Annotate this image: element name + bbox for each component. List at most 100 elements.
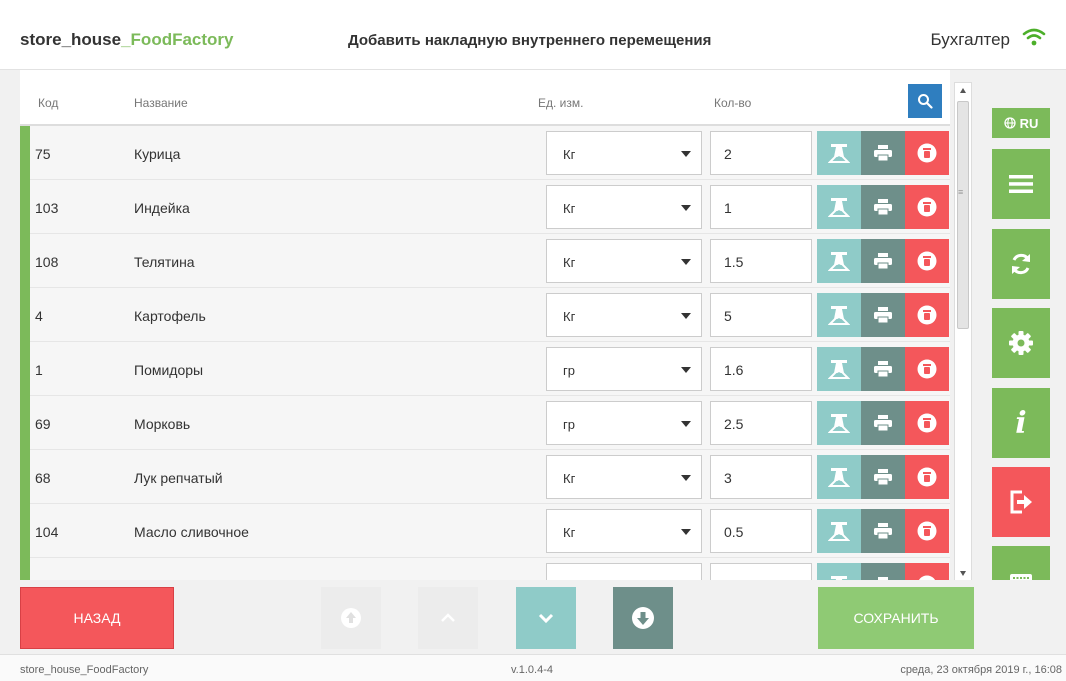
items-table: Код Название Ед. изм. Кол-во 75 Курица Кг 2…: [20, 70, 950, 580]
search-button[interactable]: [908, 84, 942, 118]
unit-select[interactable]: Кг: [546, 239, 702, 283]
weigh-button[interactable]: [817, 509, 861, 553]
scroll-down-arrow[interactable]: [960, 571, 966, 576]
weigh-button[interactable]: [817, 563, 861, 580]
weigh-button[interactable]: [817, 185, 861, 229]
scroll-thumb[interactable]: [957, 101, 969, 329]
row-marker: [20, 180, 30, 234]
delete-button[interactable]: [905, 509, 949, 553]
row-marker: [20, 288, 30, 342]
scales-icon: [828, 306, 850, 325]
weigh-button[interactable]: [817, 347, 861, 391]
quantity-input[interactable]: 0.5: [710, 509, 812, 553]
print-button[interactable]: [861, 347, 905, 391]
print-icon: [874, 523, 892, 540]
table-scrollbar[interactable]: ≡: [954, 82, 972, 582]
unit-select[interactable]: Кг: [546, 131, 702, 175]
quantity-input[interactable]: 1.6: [710, 347, 812, 391]
delete-button[interactable]: [905, 347, 949, 391]
quantity-input[interactable]: 3: [710, 455, 812, 499]
quantity-value: 2.5: [724, 416, 744, 432]
delete-button[interactable]: [905, 185, 949, 229]
logout-button[interactable]: [992, 467, 1050, 537]
print-icon: [874, 199, 892, 216]
unit-select[interactable]: Кг: [546, 455, 702, 499]
quantity-input[interactable]: [710, 563, 812, 580]
quantity-input[interactable]: 2: [710, 131, 812, 175]
scroll-top-button[interactable]: [321, 587, 381, 649]
weigh-button[interactable]: [817, 293, 861, 337]
row-marker: [20, 450, 30, 504]
dropdown-caret-icon: [681, 421, 691, 427]
unit-select[interactable]: Кг: [546, 293, 702, 337]
row-marker: [20, 558, 30, 580]
page-down-button[interactable]: [516, 587, 576, 649]
table-row[interactable]: 104 Масло сливочное Кг 0.5: [20, 504, 950, 558]
print-button[interactable]: [861, 131, 905, 175]
info-button[interactable]: i: [992, 388, 1050, 458]
quantity-input[interactable]: 5: [710, 293, 812, 337]
weigh-button[interactable]: [817, 239, 861, 283]
row-code: 104: [35, 524, 59, 540]
back-button[interactable]: НАЗАД: [20, 587, 174, 649]
unit-select[interactable]: Кг: [546, 185, 702, 229]
print-button[interactable]: [861, 509, 905, 553]
table-row[interactable]: 75 Курица Кг 2: [20, 126, 950, 180]
search-icon: [918, 94, 933, 109]
page-up-button[interactable]: [418, 587, 478, 649]
sync-button[interactable]: [992, 229, 1050, 299]
weigh-button[interactable]: [817, 131, 861, 175]
status-version: v.1.0.4-4: [511, 664, 553, 676]
table-row[interactable]: 69 Морковь гр 2.5: [20, 396, 950, 450]
print-button[interactable]: [861, 239, 905, 283]
col-unit-header: Ед. изм.: [538, 96, 584, 110]
delete-button[interactable]: [905, 455, 949, 499]
scroll-up-arrow[interactable]: [960, 88, 966, 93]
weigh-button[interactable]: [817, 401, 861, 445]
table-row[interactable]: 4 Картофель Кг 5: [20, 288, 950, 342]
unit-select[interactable]: гр: [546, 347, 702, 391]
delete-button[interactable]: [905, 293, 949, 337]
status-app-name: store_house_FoodFactory: [20, 664, 149, 676]
unit-select[interactable]: гр: [546, 401, 702, 445]
print-button[interactable]: [861, 185, 905, 229]
table-row[interactable]: 68 Лук репчатый Кг 3: [20, 450, 950, 504]
unit-select[interactable]: [546, 563, 702, 580]
table-row[interactable]: 103 Индейка Кг 1: [20, 180, 950, 234]
print-button[interactable]: [861, 563, 905, 580]
quantity-input[interactable]: 1: [710, 185, 812, 229]
print-icon: [874, 145, 892, 162]
weigh-button[interactable]: [817, 455, 861, 499]
menu-icon: [1009, 175, 1033, 193]
delete-button[interactable]: [905, 401, 949, 445]
table-row[interactable]: 1 Помидоры гр 1.6: [20, 342, 950, 396]
app-window: store_house_FoodFactory Добавить накладн…: [0, 0, 1066, 681]
row-name: Лук репчатый: [134, 470, 223, 486]
quantity-input[interactable]: 2.5: [710, 401, 812, 445]
language-button[interactable]: RU: [992, 108, 1050, 138]
delete-button[interactable]: [905, 239, 949, 283]
print-icon: [874, 415, 892, 432]
print-button[interactable]: [861, 455, 905, 499]
menu-button[interactable]: [992, 149, 1050, 219]
save-button[interactable]: СОХРАНИТЬ: [818, 587, 974, 649]
print-button[interactable]: [861, 401, 905, 445]
unit-select[interactable]: Кг: [546, 509, 702, 553]
scroll-bottom-button[interactable]: [613, 587, 673, 649]
row-name: Помидоры: [134, 362, 204, 378]
row-code: 4: [35, 308, 43, 324]
delete-button[interactable]: [905, 131, 949, 175]
table-row[interactable]: [20, 558, 950, 580]
print-button[interactable]: [861, 293, 905, 337]
trash-icon: [917, 251, 937, 271]
language-label: RU: [1019, 115, 1039, 131]
scales-icon: [828, 198, 850, 217]
settings-button[interactable]: [992, 308, 1050, 378]
globe-icon: [1003, 117, 1016, 129]
header: store_house_FoodFactory Добавить накладн…: [0, 0, 1066, 70]
scales-icon: [828, 144, 850, 163]
quantity-input[interactable]: 1.5: [710, 239, 812, 283]
delete-button[interactable]: [905, 563, 949, 580]
table-row[interactable]: 108 Телятина Кг 1.5: [20, 234, 950, 288]
trash-icon: [917, 467, 937, 487]
